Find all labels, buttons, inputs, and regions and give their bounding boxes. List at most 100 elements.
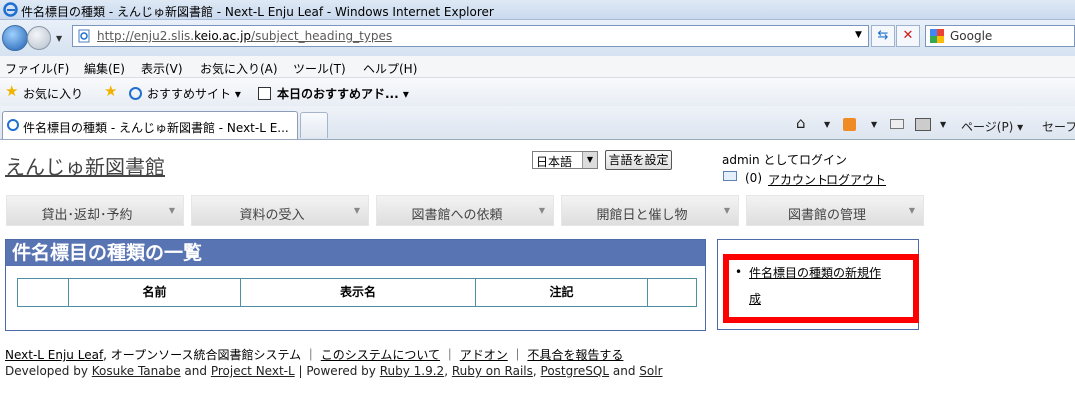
footer-line-2: Developed by Kosuke Tanabe and Project N… xyxy=(5,364,663,378)
address-dropdown-icon[interactable]: ▼ xyxy=(855,30,862,40)
search-placeholder: Google xyxy=(950,29,993,43)
nav-requests[interactable]: 図書館への依頼 ▼ xyxy=(376,195,554,226)
main-content: 件名標目の種類の一覧 名前 表示名 注記 xyxy=(5,239,706,331)
language-select[interactable]: 日本語 ▼ xyxy=(532,151,598,169)
page-menu[interactable]: ページ(P) ▾ xyxy=(961,118,1023,135)
footer-tagline: , オープンソース統合図書館システム ｜ xyxy=(103,348,317,362)
footer-separator: ｜ xyxy=(511,348,524,362)
rss-dropdown-icon[interactable]: ▼ xyxy=(871,120,877,129)
nav-admin[interactable]: 図書館の管理 ▼ xyxy=(746,195,924,226)
menu-tools[interactable]: ツール(T) xyxy=(293,60,346,77)
chevron-down-icon: ▼ xyxy=(538,206,545,215)
address-input[interactable]: http://enju2.slis.keio.ac.jp/subject_hea… xyxy=(72,25,869,47)
web-slice-icon xyxy=(258,87,271,100)
author-link[interactable]: Kosuke Tanabe xyxy=(92,364,181,378)
home-dropdown-icon[interactable]: ▼ xyxy=(824,120,830,129)
rails-link[interactable]: Ruby on Rails xyxy=(452,364,533,378)
new-tab-button[interactable] xyxy=(300,112,328,138)
tab-bar: 件名標目の種類 - えんじゅ新図書館 - Next-L E... ⌂ ▼ ▼ ▼… xyxy=(0,106,1075,140)
chevron-down-icon: ▼ xyxy=(582,152,597,168)
set-language-button[interactable]: 言語を設定 xyxy=(605,150,672,170)
footer-text: , xyxy=(532,364,541,378)
ie-page-icon xyxy=(129,87,142,100)
menu-edit[interactable]: 編集(E) xyxy=(84,60,125,77)
back-button[interactable] xyxy=(2,25,28,51)
google-icon xyxy=(930,29,944,43)
menu-help[interactable]: ヘルプ(H) xyxy=(363,60,417,77)
home-icon[interactable]: ⌂ xyxy=(796,114,806,132)
print-dropdown-icon[interactable]: ▼ xyxy=(940,120,946,129)
refresh-button[interactable]: ⇆ xyxy=(871,25,895,47)
daily-addon[interactable]: 本日のおすすめアド... ▾ xyxy=(277,85,409,102)
solr-link[interactable]: Solr xyxy=(639,364,662,378)
addon-link[interactable]: アドオン xyxy=(460,348,508,362)
language-value: 日本語 xyxy=(536,155,573,169)
suggested-sites[interactable]: おすすめサイト ▾ xyxy=(147,85,241,102)
footer-text: and xyxy=(609,364,640,378)
footer-separator: ｜ xyxy=(443,348,456,362)
account-link[interactable]: アカウント xyxy=(768,171,828,188)
tab-ie-icon xyxy=(7,119,19,131)
enju-leaf-link[interactable]: Next-L Enju Leaf xyxy=(5,348,103,362)
table-header-blank xyxy=(18,279,69,306)
web-page: えんじゅ新図書館 日本語 ▼ 言語を設定 admin としてログイン (0) ア… xyxy=(0,141,1075,419)
about-link[interactable]: このシステムについて xyxy=(321,348,440,362)
nav-events[interactable]: 開館日と催し物 ▼ xyxy=(561,195,739,226)
logout-link[interactable]: ログアウト xyxy=(826,171,886,188)
page-heading: 件名標目の種類の一覧 xyxy=(6,240,705,266)
menu-bar: ファイル(F) 編集(E) 表示(V) お気に入り(A) ツール(T) ヘルプ(… xyxy=(0,56,1075,78)
rss-icon[interactable] xyxy=(843,118,856,131)
nav-label: 貸出･返却･予約 xyxy=(41,208,133,223)
chevron-down-icon: ▼ xyxy=(353,206,360,215)
nav-label: 開館日と催し物 xyxy=(596,208,688,223)
message-count[interactable]: (0) xyxy=(745,171,762,185)
favorites-bar: ★ お気に入り ★ おすすめサイト ▾ 本日のおすすめアド... ▾ xyxy=(0,78,1075,106)
menu-file[interactable]: ファイル(F) xyxy=(5,60,69,77)
new-subject-heading-type-link[interactable]: 件名標目の種類の新規作 xyxy=(749,264,881,281)
message-icon[interactable] xyxy=(723,171,737,181)
nav-label: 資料の受入 xyxy=(239,208,305,223)
add-favorite-icon[interactable]: ★ xyxy=(104,82,117,100)
chevron-down-icon: ▼ xyxy=(723,206,730,215)
project-link[interactable]: Project Next-L xyxy=(211,364,295,378)
history-dropdown-icon[interactable]: ▼ xyxy=(56,34,62,43)
table-header-note: 注記 xyxy=(476,279,648,306)
site-title-link[interactable]: えんじゅ新図書館 xyxy=(5,151,165,180)
nav-label: 図書館の管理 xyxy=(787,208,866,223)
address-url: http://enju2.slis.keio.ac.jp/subject_hea… xyxy=(97,29,393,43)
login-status: admin としてログイン xyxy=(722,153,848,167)
new-subject-heading-type-link-cont[interactable]: 成 xyxy=(749,290,761,307)
ie-logo-icon xyxy=(3,2,18,17)
mail-read-icon[interactable] xyxy=(890,119,904,129)
nav-label: 図書館への依頼 xyxy=(411,208,503,223)
nav-acquisition[interactable]: 資料の受入 ▼ xyxy=(191,195,369,226)
window-title: 件名標目の種類 - えんじゅ新図書館 - Next-L Enju Leaf - … xyxy=(21,5,494,19)
footer-line-1: Next-L Enju Leaf, オープンソース統合図書館システム ｜ このシ… xyxy=(5,346,623,363)
report-bug-link[interactable]: 不具合を報告する xyxy=(527,348,623,362)
favorites-star-icon[interactable]: ★ xyxy=(5,82,18,100)
chevron-down-icon: ▼ xyxy=(908,206,915,215)
data-table: 名前 表示名 注記 xyxy=(17,278,697,307)
favorites-button[interactable]: お気に入り xyxy=(23,85,83,102)
menu-view[interactable]: 表示(V) xyxy=(141,60,183,77)
menu-favorites[interactable]: お気に入り(A) xyxy=(200,60,278,77)
postgresql-link[interactable]: PostgreSQL xyxy=(541,364,610,378)
stop-button[interactable]: ✕ xyxy=(896,25,920,47)
nav-circulation[interactable]: 貸出･返却･予約 ▼ xyxy=(6,195,184,226)
footer-text: | Powered by xyxy=(294,364,380,378)
print-icon[interactable] xyxy=(915,118,931,131)
search-input[interactable]: Google xyxy=(925,25,1075,47)
footer-text: and xyxy=(180,364,211,378)
table-header-name: 名前 xyxy=(69,279,241,306)
tab-title: 件名標目の種類 - えんじゅ新図書館 - Next-L E... xyxy=(23,121,289,135)
forward-button[interactable] xyxy=(27,26,51,50)
table-header-display-name: 表示名 xyxy=(241,279,476,306)
footer-text: Developed by xyxy=(5,364,92,378)
tab-current[interactable]: 件名標目の種類 - えんじゅ新図書館 - Next-L E... xyxy=(2,111,298,139)
page-icon xyxy=(78,29,90,43)
table-header-actions xyxy=(648,279,696,306)
ruby-link[interactable]: Ruby 1.9.2 xyxy=(380,364,444,378)
safety-menu[interactable]: セーフ xyxy=(1042,118,1075,135)
list-bullet: • xyxy=(735,265,743,279)
chevron-down-icon: ▼ xyxy=(168,206,175,215)
